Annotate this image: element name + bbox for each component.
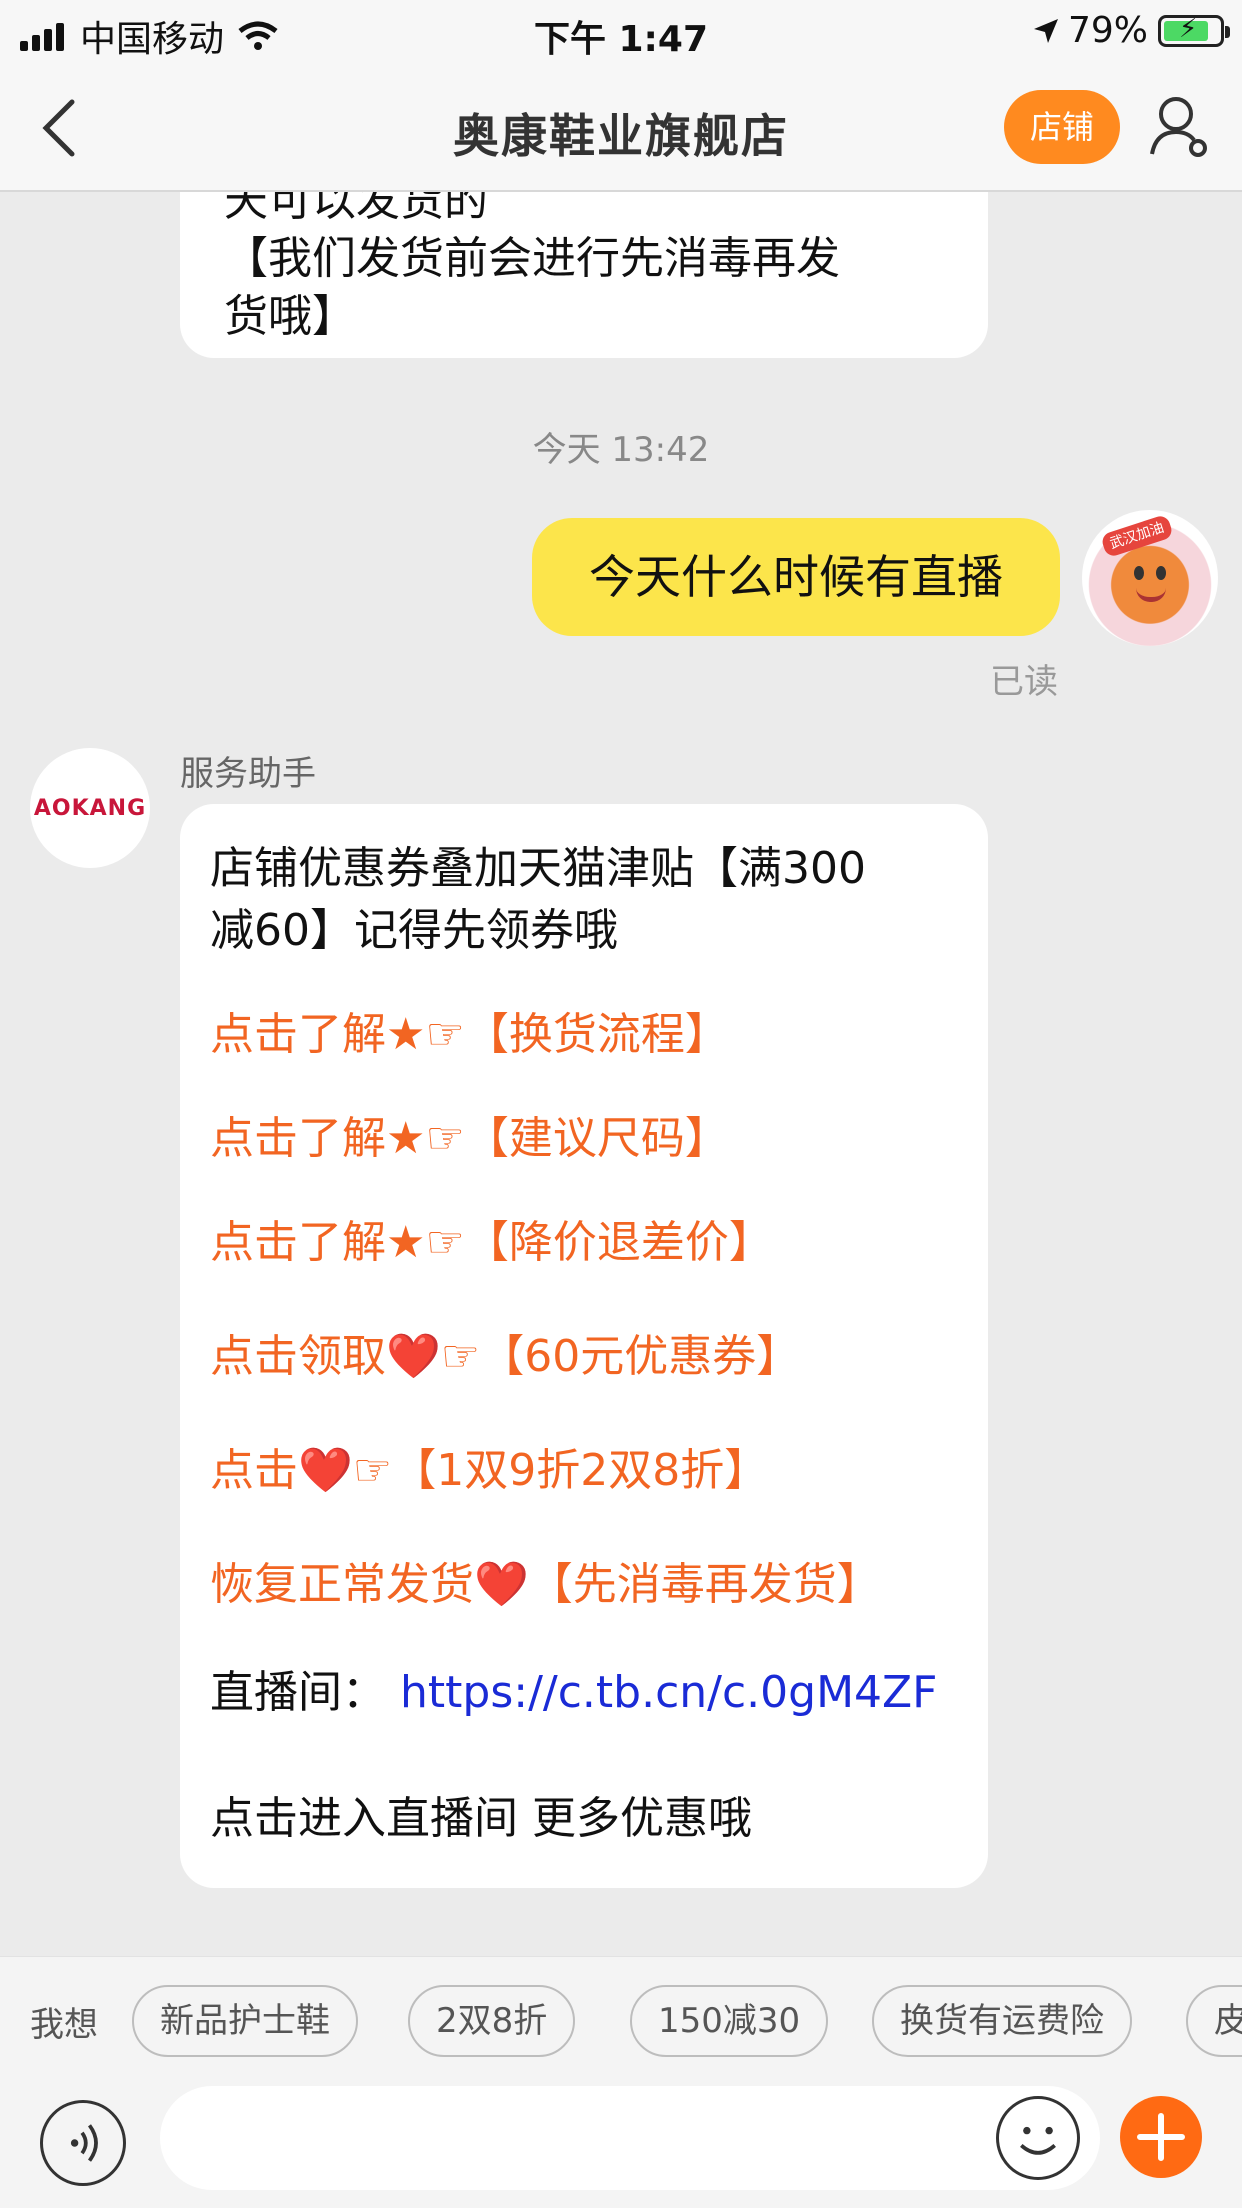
- quick-reply-chip[interactable]: 新品护士鞋: [132, 1985, 358, 2057]
- previous-message-bubble: 天可以发货的 【我们发货前会进行先消毒再发 货哦】: [180, 192, 988, 358]
- quick-reply-chip[interactable]: 换货有运费险: [872, 1985, 1132, 2057]
- read-status: 已读: [990, 662, 1058, 702]
- input-bar: [0, 2086, 1242, 2208]
- status-bar: 中国移动 下午 1:47 79% ⚡: [0, 0, 1242, 62]
- intro-line-2: 减60】记得先领券哦: [210, 905, 618, 956]
- live-room-footer: 点击进入直播间 更多优惠哦: [210, 1793, 752, 1844]
- quick-reply-label: 我想: [30, 2005, 98, 2045]
- quick-reply-chip[interactable]: 皮: [1186, 1985, 1242, 2057]
- live-room-row: 直播间： https://c.tb.cn/c.0gM4ZF: [210, 1662, 958, 1724]
- prev-line-1: 天可以发货的: [224, 192, 488, 226]
- link-size-advice[interactable]: 点击了解★☞【建议尺码】: [210, 1108, 958, 1170]
- user-settings-icon[interactable]: [1148, 92, 1212, 162]
- quick-reply-chip[interactable]: 150减30: [630, 1985, 829, 2057]
- live-room-link[interactable]: https://c.tb.cn/c.0gM4ZF: [400, 1667, 937, 1718]
- quick-reply-chip[interactable]: 2双8折: [408, 1985, 576, 2057]
- my-avatar[interactable]: 武汉加油: [1082, 510, 1218, 646]
- emoji-button[interactable]: [996, 2096, 1080, 2180]
- my-message-bubble[interactable]: 今天什么时候有直播: [532, 518, 1060, 636]
- location-arrow-icon: [1033, 18, 1058, 43]
- avatar-badge: 武汉加油: [1100, 513, 1174, 559]
- battery-percent: 79%: [1067, 10, 1148, 51]
- chat-area[interactable]: 天可以发货的 【我们发货前会进行先消毒再发 货哦】 今天 13:42 今天什么时…: [0, 192, 1242, 1956]
- nav-bar: 奥康鞋业旗舰店 店铺: [0, 62, 1242, 192]
- shop-button[interactable]: 店铺: [1004, 90, 1120, 164]
- shop-avatar[interactable]: AOKANG: [30, 748, 150, 868]
- sender-name: 服务助手: [180, 754, 316, 794]
- shop-logo-text: AOKANG: [33, 795, 147, 821]
- live-room-label: 直播间：: [210, 1667, 386, 1718]
- message-timestamp: 今天 13:42: [532, 430, 710, 470]
- link-price-refund[interactable]: 点击了解★☞【降价退差价】: [210, 1212, 958, 1274]
- link-coupon[interactable]: 点击领取❤️☞【60元优惠券】: [210, 1326, 958, 1388]
- bot-message-bubble: 店铺优惠券叠加天猫津贴【满300 减60】记得先领券哦 点击了解★☞【换货流程】…: [180, 804, 988, 1888]
- link-exchange-process[interactable]: 点击了解★☞【换货流程】: [210, 1004, 958, 1066]
- battery-icon: ⚡: [1158, 14, 1230, 47]
- link-shipping[interactable]: 恢复正常发货❤️【先消毒再发货】: [210, 1554, 958, 1616]
- prev-line-3: 货哦】: [224, 291, 356, 342]
- link-discount[interactable]: 点击❤️☞【1双9折2双8折】: [210, 1440, 958, 1502]
- quick-reply-bar: 我想 新品护士鞋 2双8折 150减30 换货有运费险 皮: [0, 1956, 1242, 2086]
- intro-line-1: 店铺优惠券叠加天猫津贴【满300: [210, 843, 866, 894]
- voice-button[interactable]: [40, 2100, 126, 2186]
- plus-button[interactable]: [1120, 2096, 1202, 2178]
- status-right: 79% ⚡: [1032, 10, 1230, 51]
- prev-line-2: 【我们发货前会进行先消毒再发: [224, 233, 840, 284]
- message-input[interactable]: [160, 2086, 1100, 2190]
